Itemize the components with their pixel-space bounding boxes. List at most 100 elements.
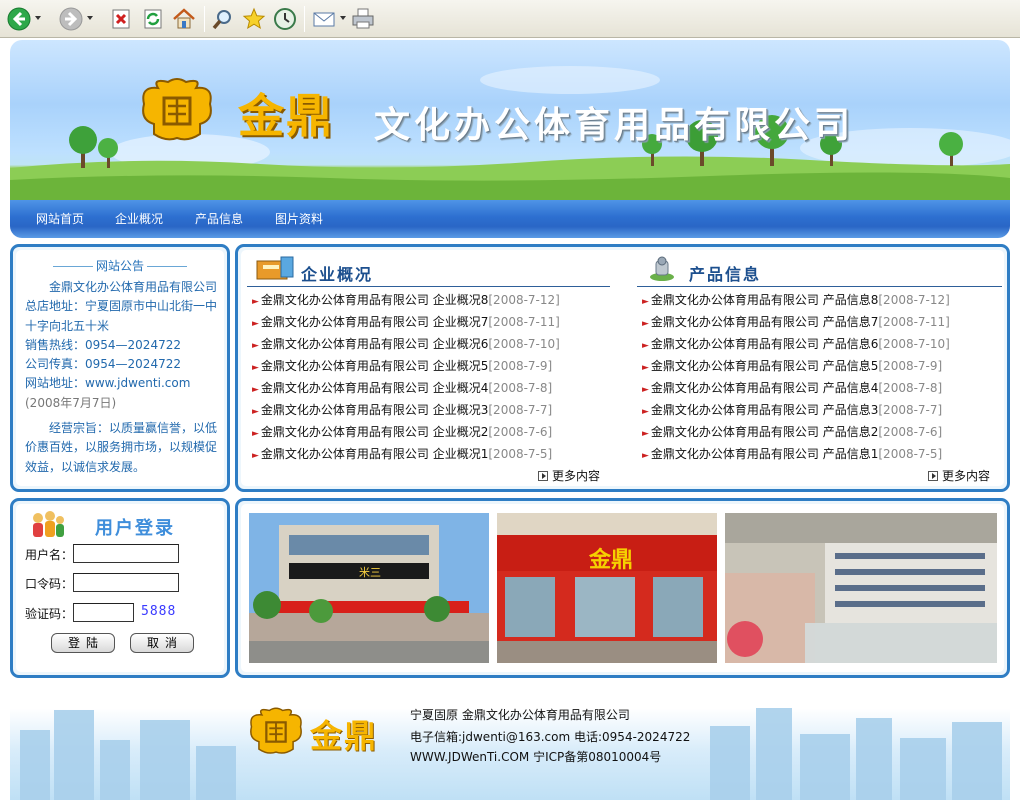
nav-item-products[interactable]: 产品信息 — [195, 210, 243, 227]
notice-line: 公司传真：0954—2024722 — [25, 357, 181, 372]
search-button[interactable] — [210, 6, 236, 32]
list-item[interactable]: ► 金鼎文化办公体育用品有限公司 企业概况5[2008-7-9] — [252, 355, 560, 377]
notice-line: 金鼎文化办公体育用品有限公司 — [49, 280, 218, 294]
username-label: 用户名： — [25, 548, 74, 562]
notice-line: 价惠百姓，以服务拥市场，以规模促 — [25, 440, 218, 455]
history-icon — [274, 8, 296, 30]
banner-company-name: 文化办公体育用品有限公司 — [374, 104, 855, 146]
home-icon — [173, 8, 195, 29]
notice-line: 销售热线：0954—2024722 — [25, 337, 181, 352]
notice-line: 经营宗旨：以质量赢信誉，以低 — [49, 421, 218, 436]
list-item[interactable]: ► 金鼎文化办公体育用品有限公司 企业概况2[2008-7-6] — [252, 421, 560, 443]
notice-line: 总店地址：宁夏固原市中山北街一中 — [25, 299, 218, 314]
store-photo-3[interactable] — [725, 513, 997, 663]
favorites-icon — [242, 7, 266, 30]
photo-panel: 米三 金鼎 — [235, 498, 1010, 678]
arrow-right-icon — [538, 471, 548, 481]
password-input[interactable] — [73, 573, 179, 592]
company-section-title: 企业概况 — [301, 265, 374, 284]
store-photo-1-image: 米三 — [249, 513, 489, 663]
stop-icon — [112, 9, 130, 29]
forward-icon — [59, 7, 83, 31]
cancel-button[interactable]: 取消 — [130, 633, 194, 653]
back-button[interactable] — [6, 6, 41, 32]
product-more-link[interactable]: 更多内容 — [928, 467, 990, 484]
main-nav: 网站首页 企业概况 产品信息 图片资料 — [10, 200, 1010, 238]
company-more-link[interactable]: 更多内容 — [538, 467, 600, 484]
footer-icp: WWW.JDWenTi.COM 宁ICP备第08010004号 — [410, 750, 662, 764]
list-item[interactable]: ► 金鼎文化办公体育用品有限公司 产品信息8[2008-7-12] — [642, 289, 950, 311]
product-icon — [650, 256, 674, 281]
product-section-header: 产品信息 — [637, 251, 1002, 287]
store-photo-3-image — [725, 513, 997, 663]
footer: 金鼎 宁夏固原 金鼎文化办公体育用品有限公司 电子信箱:jdwenti@163.… — [10, 678, 1010, 800]
forward-button[interactable] — [58, 6, 93, 32]
footer-contact: 电子信箱:jdwenti@163.com 电话:0954-2024722 — [410, 730, 691, 744]
store-photo-1[interactable]: 米三 — [249, 513, 489, 663]
store-sign: 米三 — [359, 566, 381, 579]
notice-text: 金鼎文化办公体育用品有限公司 总店地址：宁夏固原市中山北街一中 十字向北五十米 … — [25, 278, 220, 477]
stop-button[interactable] — [108, 6, 134, 32]
refresh-button[interactable] — [140, 6, 166, 32]
login-panel: 用户登录 用户名： 口令码： 验证码： 5888 登陆 取消 — [10, 498, 230, 678]
mail-icon — [313, 12, 335, 27]
briefcase-icon — [256, 256, 294, 280]
browser-toolbar — [0, 0, 1020, 38]
news-panel: 企业概况 ► 金鼎文化办公体育用品有限公司 企业概况8[2008-7-12] ► 金… — [235, 244, 1010, 492]
captcha-label: 验证码： — [25, 607, 74, 621]
banner: 金鼎 文化办公体育用品有限公司 — [10, 40, 1010, 200]
captcha-image: 5888 — [141, 604, 177, 619]
footer-logo-seal-icon — [250, 707, 302, 754]
nav-item-photos[interactable]: 图片资料 — [275, 210, 323, 227]
notice-line: 效益，以诚信求发展。 — [25, 459, 146, 474]
captcha-input[interactable] — [73, 603, 134, 622]
footer-brand: 金鼎 — [310, 717, 379, 755]
nav-item-company[interactable]: 企业概况 — [115, 210, 163, 227]
arrow-right-icon — [928, 471, 938, 481]
list-item[interactable]: ► 金鼎文化办公体育用品有限公司 企业概况6[2008-7-10] — [252, 333, 560, 355]
notice-date: (2008年7月7日) — [25, 395, 117, 410]
print-icon — [352, 8, 374, 29]
history-button[interactable] — [272, 6, 298, 32]
list-item[interactable]: ► 金鼎文化办公体育用品有限公司 产品信息4[2008-7-8] — [642, 377, 950, 399]
refresh-icon — [144, 9, 162, 29]
list-item[interactable]: ► 金鼎文化办公体育用品有限公司 产品信息6[2008-7-10] — [642, 333, 950, 355]
list-item[interactable]: ► 金鼎文化办公体育用品有限公司 企业概况7[2008-7-11] — [252, 311, 560, 333]
company-list: ► 金鼎文化办公体育用品有限公司 企业概况8[2008-7-12] ► 金鼎文化办公… — [252, 289, 560, 465]
banner-brand: 金鼎 — [238, 89, 334, 143]
page: 金鼎 文化办公体育用品有限公司 网站首页 企业概况 产品信息 图片资料 网站公告… — [10, 38, 1010, 800]
list-item[interactable]: ► 金鼎文化办公体育用品有限公司 产品信息3[2008-7-7] — [642, 399, 950, 421]
nav-item-home[interactable]: 网站首页 — [36, 210, 84, 227]
users-icon — [33, 511, 64, 537]
list-item[interactable]: ► 金鼎文化办公体育用品有限公司 企业概况1[2008-7-5] — [252, 443, 560, 465]
login-title: 用户登录 — [95, 518, 175, 539]
store-photo-2-image: 金鼎 — [497, 513, 717, 663]
password-label: 口令码： — [25, 577, 74, 591]
list-item[interactable]: ► 金鼎文化办公体育用品有限公司 企业概况3[2008-7-7] — [252, 399, 560, 421]
username-input[interactable] — [73, 544, 179, 563]
store-sign: 金鼎 — [588, 547, 633, 573]
footer-company: 宁夏固原 金鼎文化办公体育用品有限公司 — [410, 708, 630, 722]
list-item[interactable]: ► 金鼎文化办公体育用品有限公司 产品信息7[2008-7-11] — [642, 311, 950, 333]
list-item[interactable]: ► 金鼎文化办公体育用品有限公司 产品信息2[2008-7-6] — [642, 421, 950, 443]
list-item[interactable]: ► 金鼎文化办公体育用品有限公司 企业概况4[2008-7-8] — [252, 377, 560, 399]
company-section-header: 企业概况 — [247, 251, 610, 287]
store-photo-2[interactable]: 金鼎 — [497, 513, 717, 663]
back-icon — [7, 7, 31, 31]
login-button[interactable]: 登陆 — [51, 633, 115, 653]
list-item[interactable]: ► 金鼎文化办公体育用品有限公司 产品信息5[2008-7-9] — [642, 355, 950, 377]
notice-line: 网站地址：www.jdwenti.com — [25, 376, 191, 391]
mail-button[interactable] — [311, 6, 346, 32]
list-item[interactable]: ► 金鼎文化办公体育用品有限公司 产品信息1[2008-7-5] — [642, 443, 950, 465]
notice-line: 十字向北五十米 — [25, 318, 110, 333]
notice-title: 网站公告 — [16, 257, 224, 274]
print-button[interactable] — [350, 6, 376, 32]
product-section-title: 产品信息 — [689, 265, 762, 284]
notice-panel: 网站公告 金鼎文化办公体育用品有限公司 总店地址：宁夏固原市中山北街一中 十字向… — [10, 244, 230, 492]
home-button[interactable] — [171, 6, 197, 32]
product-list: ► 金鼎文化办公体育用品有限公司 产品信息8[2008-7-12] ► 金鼎文化办公… — [642, 289, 950, 465]
favorites-button[interactable] — [241, 6, 267, 32]
list-item[interactable]: ► 金鼎文化办公体育用品有限公司 企业概况8[2008-7-12] — [252, 289, 560, 311]
logo-seal-icon — [142, 78, 212, 141]
search-icon — [212, 10, 231, 30]
